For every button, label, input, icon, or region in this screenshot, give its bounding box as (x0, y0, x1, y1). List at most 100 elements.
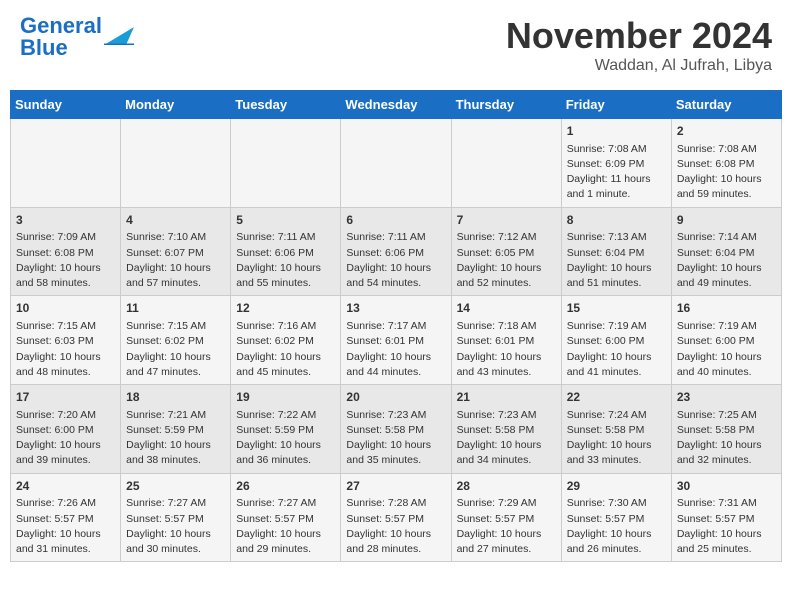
calendar-cell: 7Sunrise: 7:12 AM Sunset: 6:05 PM Daylig… (451, 207, 561, 296)
cell-content: Sunrise: 7:23 AM Sunset: 5:58 PM Dayligh… (457, 408, 556, 469)
calendar-cell: 8Sunrise: 7:13 AM Sunset: 6:04 PM Daylig… (561, 207, 671, 296)
day-number: 28 (457, 478, 556, 495)
cell-content: Sunrise: 7:12 AM Sunset: 6:05 PM Dayligh… (457, 230, 556, 291)
logo-icon (104, 17, 134, 45)
day-number: 14 (457, 300, 556, 317)
calendar-cell: 27Sunrise: 7:28 AM Sunset: 5:57 PM Dayli… (341, 473, 451, 562)
cell-content: Sunrise: 7:22 AM Sunset: 5:59 PM Dayligh… (236, 408, 335, 469)
day-number: 27 (346, 478, 445, 495)
day-number: 3 (16, 212, 115, 229)
logo-text: General Blue (20, 15, 102, 59)
page-header: General Blue November 2024 Waddan, Al Ju… (10, 10, 782, 80)
day-number: 8 (567, 212, 666, 229)
week-row-1: 1 Sunrise: 7:08 AM Sunset: 6:09 PM Daylig… (11, 119, 782, 208)
cell-content: Sunrise: 7:15 AM Sunset: 6:02 PM Dayligh… (126, 319, 225, 380)
week-row-2: 3Sunrise: 7:09 AM Sunset: 6:08 PM Daylig… (11, 207, 782, 296)
calendar-cell: 23 Sunrise: 7:25 AM Sunset: 5:58 PM Dayli… (671, 385, 781, 474)
calendar-cell (121, 119, 231, 208)
day-number: 15 (567, 300, 666, 317)
calendar-cell: 15 Sunrise: 7:19 AM Sunset: 6:00 PM Dayli… (561, 296, 671, 385)
day-number: 5 (236, 212, 335, 229)
day-number: 30 (677, 478, 776, 495)
day-number: 20 (346, 389, 445, 406)
week-row-5: 24Sunrise: 7:26 AM Sunset: 5:57 PM Dayli… (11, 473, 782, 562)
day-number: 1 (567, 123, 666, 140)
cell-content: Sunrise: 7:11 AM Sunset: 6:06 PM Dayligh… (346, 230, 445, 291)
week-row-3: 10 Sunrise: 7:15 AM Sunset: 6:03 PM Dayli… (11, 296, 782, 385)
cell-content: Sunrise: 7:21 AM Sunset: 5:59 PM Dayligh… (126, 408, 225, 469)
day-number: 13 (346, 300, 445, 317)
weekday-header-monday: Monday (121, 91, 231, 119)
calendar-cell: 2Sunrise: 7:08 AM Sunset: 6:08 PM Daylig… (671, 119, 781, 208)
cell-content: Sunrise: 7:10 AM Sunset: 6:07 PM Dayligh… (126, 230, 225, 291)
cell-content: Sunrise: 7:23 AM Sunset: 5:58 PM Dayligh… (346, 408, 445, 469)
weekday-header-row: SundayMondayTuesdayWednesdayThursdayFrid… (11, 91, 782, 119)
day-number: 21 (457, 389, 556, 406)
logo-blue: Blue (20, 35, 68, 60)
location-subtitle: Waddan, Al Jufrah, Libya (506, 57, 772, 75)
weekday-header-tuesday: Tuesday (231, 91, 341, 119)
day-number: 22 (567, 389, 666, 406)
calendar-cell: 9Sunrise: 7:14 AM Sunset: 6:04 PM Daylig… (671, 207, 781, 296)
cell-content: Sunrise: 7:26 AM Sunset: 5:57 PM Dayligh… (16, 496, 115, 557)
calendar-cell: 25Sunrise: 7:27 AM Sunset: 5:57 PM Dayli… (121, 473, 231, 562)
cell-content: Sunrise: 7:28 AM Sunset: 5:57 PM Dayligh… (346, 496, 445, 557)
calendar-cell: 12Sunrise: 7:16 AM Sunset: 6:02 PM Dayli… (231, 296, 341, 385)
weekday-header-sunday: Sunday (11, 91, 121, 119)
calendar-cell (451, 119, 561, 208)
day-number: 7 (457, 212, 556, 229)
day-number: 9 (677, 212, 776, 229)
cell-content: Sunrise: 7:27 AM Sunset: 5:57 PM Dayligh… (126, 496, 225, 557)
weekday-header-saturday: Saturday (671, 91, 781, 119)
calendar-cell: 29Sunrise: 7:30 AM Sunset: 5:57 PM Dayli… (561, 473, 671, 562)
cell-content: Sunrise: 7:16 AM Sunset: 6:02 PM Dayligh… (236, 319, 335, 380)
day-number: 24 (16, 478, 115, 495)
calendar-cell: 19 Sunrise: 7:22 AM Sunset: 5:59 PM Dayli… (231, 385, 341, 474)
cell-content: Sunrise: 7:17 AM Sunset: 6:01 PM Dayligh… (346, 319, 445, 380)
cell-content: Sunrise: 7:25 AM Sunset: 5:58 PM Dayligh… (677, 408, 776, 469)
day-number: 26 (236, 478, 335, 495)
cell-content: Sunrise: 7:08 AM Sunset: 6:08 PM Dayligh… (677, 142, 776, 203)
cell-content: Sunrise: 7:24 AM Sunset: 5:58 PM Dayligh… (567, 408, 666, 469)
day-number: 10 (16, 300, 115, 317)
day-number: 25 (126, 478, 225, 495)
calendar-cell: 14Sunrise: 7:18 AM Sunset: 6:01 PM Dayli… (451, 296, 561, 385)
day-number: 18 (126, 389, 225, 406)
cell-content: Sunrise: 7:15 AM Sunset: 6:03 PM Dayligh… (16, 319, 115, 380)
week-row-4: 17Sunrise: 7:20 AM Sunset: 6:00 PM Dayli… (11, 385, 782, 474)
day-number: 19 (236, 389, 335, 406)
cell-content: Sunrise: 7:30 AM Sunset: 5:57 PM Dayligh… (567, 496, 666, 557)
calendar-cell: 10 Sunrise: 7:15 AM Sunset: 6:03 PM Dayli… (11, 296, 121, 385)
calendar-cell: 30Sunrise: 7:31 AM Sunset: 5:57 PM Dayli… (671, 473, 781, 562)
cell-content: Sunrise: 7:08 AM Sunset: 6:09 PM Dayligh… (567, 142, 666, 203)
logo: General Blue (20, 15, 134, 59)
calendar-cell: 1 Sunrise: 7:08 AM Sunset: 6:09 PM Daylig… (561, 119, 671, 208)
day-number: 23 (677, 389, 776, 406)
weekday-header-thursday: Thursday (451, 91, 561, 119)
day-number: 6 (346, 212, 445, 229)
calendar-cell: 16Sunrise: 7:19 AM Sunset: 6:00 PM Dayli… (671, 296, 781, 385)
cell-content: Sunrise: 7:27 AM Sunset: 5:57 PM Dayligh… (236, 496, 335, 557)
cell-content: Sunrise: 7:14 AM Sunset: 6:04 PM Dayligh… (677, 230, 776, 291)
weekday-header-friday: Friday (561, 91, 671, 119)
calendar-cell: 20 Sunrise: 7:23 AM Sunset: 5:58 PM Dayli… (341, 385, 451, 474)
day-number: 29 (567, 478, 666, 495)
calendar-cell: 21 Sunrise: 7:23 AM Sunset: 5:58 PM Dayli… (451, 385, 561, 474)
weekday-header-wednesday: Wednesday (341, 91, 451, 119)
cell-content: Sunrise: 7:13 AM Sunset: 6:04 PM Dayligh… (567, 230, 666, 291)
calendar-cell: 5Sunrise: 7:11 AM Sunset: 6:06 PM Daylig… (231, 207, 341, 296)
calendar-cell: 28Sunrise: 7:29 AM Sunset: 5:57 PM Dayli… (451, 473, 561, 562)
calendar-cell: 26Sunrise: 7:27 AM Sunset: 5:57 PM Dayli… (231, 473, 341, 562)
calendar-cell: 24Sunrise: 7:26 AM Sunset: 5:57 PM Dayli… (11, 473, 121, 562)
calendar-cell: 13 Sunrise: 7:17 AM Sunset: 6:01 PM Dayli… (341, 296, 451, 385)
calendar-cell (231, 119, 341, 208)
calendar-cell: 18 Sunrise: 7:21 AM Sunset: 5:59 PM Dayli… (121, 385, 231, 474)
cell-content: Sunrise: 7:29 AM Sunset: 5:57 PM Dayligh… (457, 496, 556, 557)
calendar-cell (11, 119, 121, 208)
calendar-cell (341, 119, 451, 208)
day-number: 4 (126, 212, 225, 229)
cell-content: Sunrise: 7:31 AM Sunset: 5:57 PM Dayligh… (677, 496, 776, 557)
day-number: 17 (16, 389, 115, 406)
cell-content: Sunrise: 7:19 AM Sunset: 6:00 PM Dayligh… (677, 319, 776, 380)
cell-content: Sunrise: 7:19 AM Sunset: 6:00 PM Dayligh… (567, 319, 666, 380)
